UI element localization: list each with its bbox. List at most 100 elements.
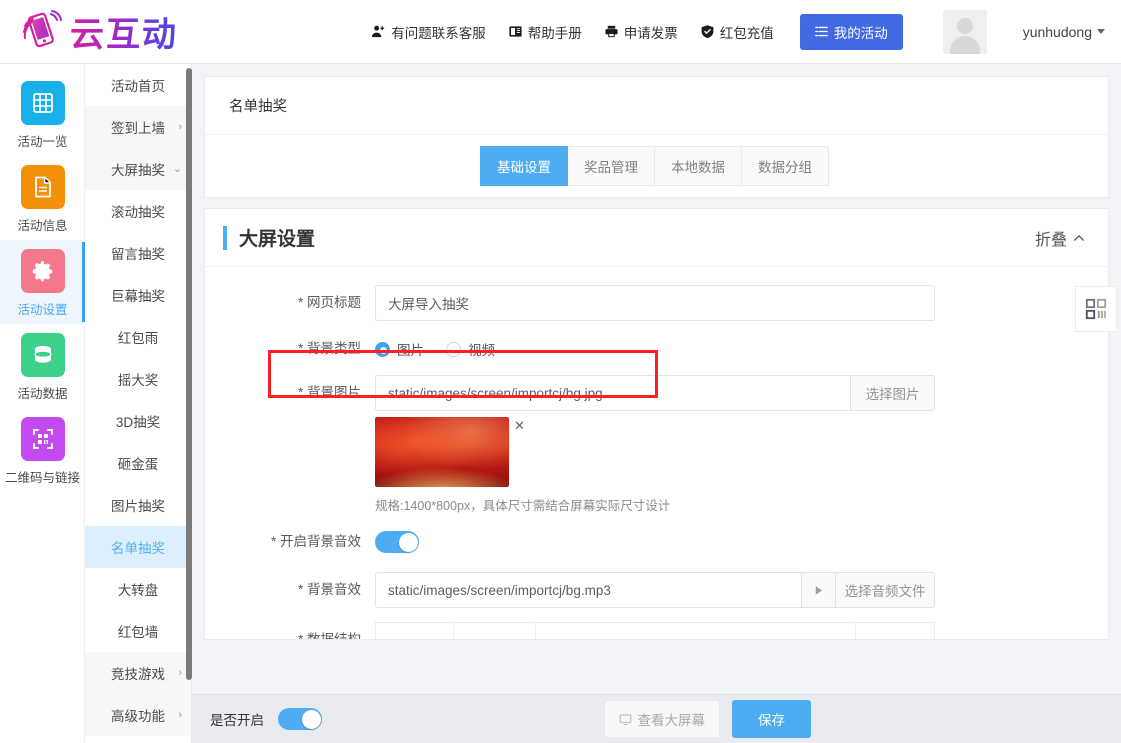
enable-toggle[interactable] — [278, 708, 322, 730]
header-nav-customer-service[interactable]: 有问题联系客服 — [371, 22, 486, 42]
field-wrap: static/images/screen/importcj/bg.mp3 选择音… — [375, 572, 1108, 608]
subnav-label: 红包雨 — [118, 327, 159, 347]
field-label: * 背景图片 — [205, 375, 375, 411]
tab-prize-management[interactable]: 奖品管理 — [568, 146, 655, 186]
bg-image-input[interactable]: static/images/screen/importcj/bg.jpg — [375, 375, 850, 411]
subnav-item-competitive-games[interactable]: 竞技游戏 › — [85, 652, 191, 694]
header-nav-label: 红包充值 — [720, 22, 774, 42]
radio-bg-type-video[interactable]: 视频 — [446, 339, 495, 359]
bg-image-thumbnail[interactable] — [375, 417, 509, 487]
play-audio-button[interactable] — [801, 572, 835, 608]
tab-label: 数据分组 — [758, 160, 812, 175]
avatar[interactable] — [943, 10, 987, 54]
subnav-item-namelist-draw[interactable]: 名单抽奖 — [85, 526, 191, 568]
subnav-item-shake-draw[interactable]: 摇大奖 — [85, 358, 191, 400]
sidebar-item-activity-data[interactable]: 活动数据 — [0, 324, 85, 408]
bg-audio-input[interactable]: static/images/screen/importcj/bg.mp3 — [375, 572, 801, 608]
subnav-label: 竞技游戏 — [111, 663, 165, 683]
bg-type-radio-group: 图片 视频 — [375, 331, 1108, 367]
toggle-knob — [399, 533, 418, 552]
enable-label: 是否开启 — [210, 709, 264, 729]
floating-qrcode-widget[interactable] — [1075, 286, 1117, 332]
subnav-label: 滚动抽奖 — [111, 201, 165, 221]
shield-icon — [700, 24, 715, 39]
field-wrap — [375, 524, 1108, 553]
bg-image-thumbnail-wrap: ✕ — [375, 417, 509, 487]
bg-audio-input-group: static/images/screen/importcj/bg.mp3 选择音… — [375, 572, 935, 608]
subnav-item-scroll-draw[interactable]: 滚动抽奖 — [85, 190, 191, 232]
tab-label: 基础设置 — [497, 160, 551, 175]
subnav-item-bigscreen-draw[interactable]: 大屏抽奖⌄ — [85, 148, 191, 190]
sidebar-item-label: 活动数据 — [17, 383, 67, 402]
header-nav-invoice[interactable]: 申请发票 — [604, 22, 678, 42]
column-header-action: 操作 — [856, 623, 934, 640]
sidebar-item-activity-info[interactable]: 活动信息 — [0, 156, 85, 240]
header-nav-help-manual[interactable]: 帮助手册 — [508, 22, 582, 42]
subnav-item-advanced[interactable]: 高级功能› — [85, 694, 191, 736]
bottom-enable-group: 是否开启 — [210, 708, 322, 730]
sidebar-item-label: 二维码与链接 — [5, 467, 80, 486]
section-header: 大屏设置 折叠 — [205, 209, 1108, 267]
phone-logo-icon — [18, 9, 64, 55]
chevron-right-icon: › — [178, 710, 182, 721]
bottom-action-bar: 是否开启 查看大屏幕 保存 — [192, 694, 1121, 743]
subnav-label: 3D抽奖 — [116, 411, 160, 431]
subnav-item-wheel[interactable]: 大转盘 — [85, 568, 191, 610]
form-row-bg-audio-enable: * 开启背景音效 — [205, 524, 1108, 560]
page-title-input[interactable]: 大屏导入抽奖 — [375, 285, 935, 321]
subnav-item-redpacket-rain[interactable]: 红包雨 — [85, 316, 191, 358]
sidebar-item-label: 活动信息 — [17, 215, 67, 234]
header-nav-recharge[interactable]: 红包充值 — [700, 22, 774, 42]
chevron-right-icon: › — [178, 668, 182, 679]
bg-audio-enable-toggle[interactable] — [375, 531, 419, 553]
my-activity-label: 我的活动 — [834, 22, 888, 42]
sidebar-item-label: 活动一览 — [17, 131, 67, 150]
customer-service-icon — [371, 24, 386, 39]
subnav-item-giant-draw[interactable]: 巨幕抽奖 — [85, 274, 191, 316]
chevron-down-icon: ⌄ — [173, 164, 182, 175]
user-name-label: yunhudong — [1023, 24, 1092, 40]
qrcode-icon — [1085, 298, 1107, 320]
user-menu[interactable]: yunhudong — [1023, 24, 1105, 40]
document-icon — [21, 165, 65, 209]
radio-label: 视频 — [468, 339, 495, 359]
save-button[interactable]: 保存 — [732, 700, 811, 738]
subnav-item-signin-wall[interactable]: 签到上墙› — [85, 106, 191, 148]
header-nav-label: 帮助手册 — [528, 22, 582, 42]
subnav-label: 留言抽奖 — [111, 243, 165, 263]
subnav-label: 红包墙 — [118, 621, 159, 641]
tab-local-data[interactable]: 本地数据 — [655, 146, 742, 186]
choose-audio-button[interactable]: 选择音频文件 — [835, 572, 935, 608]
bg-image-note: 规格:1400*800px，具体尺寸需结合屏幕实际尺寸设计 — [375, 495, 1108, 514]
form-row-data-structure: * 数据结构 数据名称 数据颜色 数据隐私 操作 姓名 — [205, 622, 1108, 640]
bottom-buttons: 查看大屏幕 保存 — [604, 700, 1121, 738]
radio-dot-icon — [446, 342, 461, 357]
my-activity-button[interactable]: 我的活动 — [800, 14, 903, 50]
field-label: * 网页标题 — [205, 285, 375, 321]
choose-image-button[interactable]: 选择图片 — [850, 375, 935, 411]
radio-bg-type-image[interactable]: 图片 — [375, 339, 424, 359]
invoice-icon — [604, 24, 619, 39]
chevron-down-icon — [1097, 29, 1105, 34]
form-row-bg-image: * 背景图片 static/images/screen/importcj/bg.… — [205, 375, 1108, 514]
brand-logo[interactable]: 云互动 — [0, 7, 230, 56]
subnav-item-golden-egg[interactable]: 砸金蛋 — [85, 442, 191, 484]
subnav-item-message-draw[interactable]: 留言抽奖 — [85, 232, 191, 274]
subnav-item-activity-home[interactable]: 活动首页 — [85, 64, 191, 106]
close-icon[interactable]: ✕ — [514, 419, 525, 432]
subnav-item-image-draw[interactable]: 图片抽奖 — [85, 484, 191, 526]
tab-data-grouping[interactable]: 数据分组 — [742, 146, 829, 186]
grid-icon — [21, 81, 65, 125]
subnav-item-redpacket-wall[interactable]: 红包墙 — [85, 610, 191, 652]
header-nav-label: 有问题联系客服 — [391, 22, 486, 42]
tab-basic-settings[interactable]: 基础设置 — [480, 146, 568, 186]
column-header-privacy: 数据隐私 — [536, 623, 856, 640]
view-bigscreen-button[interactable]: 查看大屏幕 — [604, 700, 721, 738]
database-icon — [21, 333, 65, 377]
sidebar-item-qrcode-links[interactable]: 二维码与链接 — [0, 408, 85, 492]
page-header-card: 名单抽奖 基础设置 奖品管理 本地数据 数据分组 — [204, 76, 1109, 198]
subnav-item-3d-draw[interactable]: 3D抽奖 — [85, 400, 191, 442]
sidebar-item-activity-settings[interactable]: 活动设置 — [0, 240, 85, 324]
sidebar-item-activity-overview[interactable]: 活动一览 — [0, 72, 85, 156]
collapse-button[interactable]: 折叠 — [1035, 226, 1086, 250]
